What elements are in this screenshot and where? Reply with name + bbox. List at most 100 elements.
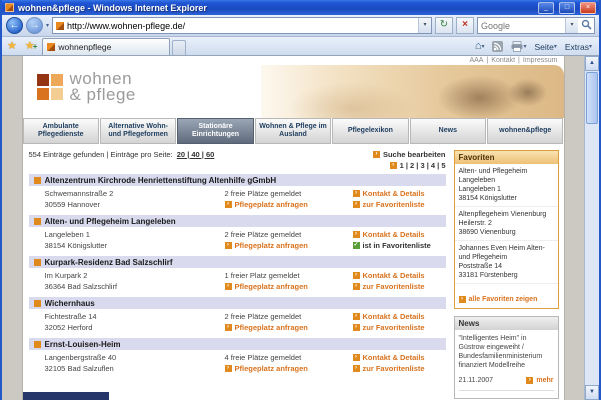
results-summary: 554 Einträge gefunden | Einträge pro Sei… — [29, 150, 215, 159]
pagination[interactable]: › 1 | 2 | 3 | 4 | 5 — [389, 161, 446, 170]
browser-window: wohnen&pflege - Windows Internet Explore… — [0, 0, 601, 400]
history-dropdown-icon[interactable]: ▾ — [46, 22, 49, 29]
forward-button[interactable]: → — [26, 17, 43, 34]
request-place-link[interactable]: › Pflegeplatz anfragen — [224, 200, 308, 209]
add-to-favorites-link[interactable]: › zur Favoritenliste — [352, 282, 425, 291]
contact-details-link[interactable]: › Kontakt & Details — [352, 271, 425, 280]
impressum-link[interactable]: Impressum — [523, 57, 558, 64]
contact-details-link[interactable]: › Kontakt & Details — [352, 230, 425, 239]
browser-tab[interactable]: wohnenpflege — [42, 38, 171, 55]
address-input[interactable] — [64, 18, 418, 33]
nav-tab-wohnenpflege[interactable]: wohnen&pflege — [487, 118, 564, 144]
add-to-favorites-link[interactable]: › zur Favoritenliste — [352, 364, 425, 373]
contact-icon: › — [352, 354, 360, 361]
page-background: AAA | Kontakt | Impressum wohnen & pfleg… — [2, 56, 584, 400]
availability-text: 1 freier Platz gemeldet — [224, 271, 300, 280]
add-favorite-button[interactable]: ★ + — [22, 38, 41, 55]
page-footer-partial — [22, 392, 109, 400]
results-count: 554 Einträge gefunden — [28, 150, 105, 159]
facility-street: Langeleben 1 — [44, 230, 90, 239]
news-box: News "Intelligentes Heim" in Güstrow ein… — [453, 316, 559, 399]
edit-search-link[interactable]: › Suche bearbeiten — [372, 150, 446, 159]
facility-street: Langenbergstraße 40 — [44, 353, 117, 362]
refresh-button[interactable]: ↻ — [435, 17, 453, 34]
show-all-favorites-link[interactable]: › alle Favoriten zeigen — [458, 296, 537, 303]
favorites-center-button[interactable]: ★ — [4, 38, 20, 55]
search-input[interactable] — [478, 20, 565, 31]
facility-city: 30559 Hannover — [44, 200, 100, 209]
nav-tab-pflegelexikon[interactable]: Pflegelexikon — [332, 118, 409, 144]
availability-text: 2 freie Plätze gemeldet — [224, 312, 302, 321]
minimize-button[interactable]: _ — [538, 1, 554, 14]
contact-details-link[interactable]: › Kontakt & Details — [352, 189, 425, 198]
facility-entry: Alten- und Pflegeheim Langeleben Langele… — [28, 215, 446, 251]
favorite-item[interactable]: Johannes Even Heim Alten- und Pflegeheim… — [454, 241, 558, 284]
entry-bullet-icon — [33, 299, 41, 307]
nav-tab-alternative[interactable]: Alternative Wohn- und Pflegeformen — [99, 118, 177, 144]
nav-tab-ambulante[interactable]: Ambulante Pflegedienste — [22, 118, 99, 144]
site-navigation: Ambulante Pflegedienste Alternative Wohn… — [22, 118, 564, 144]
entry-bullet-icon — [33, 176, 41, 184]
add-favorite-plus-icon: + — [32, 42, 38, 51]
facility-entry: Ernst-Louisen-Heim Langenbergstraße 40 3… — [28, 338, 446, 374]
nav-tab-stationaere[interactable]: Stationäre Einrichtungen — [177, 118, 254, 144]
print-button[interactable]: ▾ — [508, 38, 529, 55]
favorite-item[interactable]: Altenpflegeheim Vienenburg Heilerstr. 2 … — [454, 207, 558, 241]
home-button[interactable]: ⌂ ▾ — [472, 38, 488, 55]
scroll-down-icon[interactable]: ▼ — [585, 385, 599, 400]
close-button[interactable]: × — [580, 1, 596, 14]
nav-tab-news[interactable]: News — [409, 118, 487, 144]
news-more-link[interactable]: › mehr — [526, 376, 554, 385]
favorite-icon: › — [352, 201, 360, 208]
per-page-links[interactable]: 20 | 40 | 60 — [177, 150, 215, 159]
news-headline[interactable]: "Intelligentes Heim" in Güstrow eingewei… — [459, 334, 554, 370]
back-button[interactable]: ← — [6, 17, 23, 34]
search-icon[interactable] — [578, 17, 594, 35]
scrollbar-track[interactable] — [585, 125, 599, 385]
favorites-star-icon: ★ — [7, 40, 17, 52]
nav-tab-ausland[interactable]: Wohnen & Pflege im Ausland — [254, 118, 332, 144]
per-page-label: Einträge pro Seite: — [110, 150, 173, 159]
facility-street: Schwemannstraße 2 — [44, 189, 114, 198]
window-titlebar[interactable]: wohnen&pflege - Windows Internet Explore… — [2, 0, 599, 15]
facility-name: Wichernhaus — [44, 298, 95, 308]
search-provider-dropdown-icon[interactable]: ▾ — [565, 18, 578, 33]
contact-details-link[interactable]: › Kontakt & Details — [352, 312, 425, 321]
facility-name: Altenzentrum Kirchrode Henriettenstiftun… — [44, 175, 277, 185]
favorite-item[interactable]: Alten- und Pflegeheim Langeleben Langele… — [454, 164, 558, 207]
request-place-link[interactable]: › Pflegeplatz anfragen — [224, 282, 308, 291]
feeds-button[interactable] — [489, 38, 506, 55]
font-size-switcher[interactable]: AAA — [469, 57, 483, 64]
news-box-title: News — [454, 317, 558, 330]
entry-bullet-icon — [33, 258, 41, 266]
request-place-link[interactable]: › Pflegeplatz anfragen — [224, 364, 308, 373]
site-content: 554 Einträge gefunden | Einträge pro Sei… — [23, 144, 564, 399]
logo-squares-icon — [36, 74, 63, 100]
scroll-up-icon[interactable]: ▲ — [585, 56, 599, 71]
add-to-favorites-link[interactable]: › zur Favoritenliste — [352, 200, 425, 209]
scrollbar-thumb[interactable] — [586, 72, 598, 124]
favorites-box: Favoriten Alten- und Pflegeheim Langeleb… — [453, 150, 559, 309]
request-place-link[interactable]: › Pflegeplatz anfragen — [224, 241, 308, 250]
facility-entry: Altenzentrum Kirchrode Henriettenstiftun… — [28, 174, 446, 210]
site-logo[interactable]: wohnen & pflege — [36, 69, 136, 104]
kontakt-link[interactable]: Kontakt — [491, 57, 515, 64]
contact-details-link[interactable]: › Kontakt & Details — [352, 353, 425, 362]
new-tab-stub[interactable] — [172, 40, 187, 55]
facility-street: Fichtestraße 14 — [44, 312, 97, 321]
header-meta-links: AAA | Kontakt | Impressum — [469, 57, 557, 64]
search-box: ▾ — [477, 17, 595, 34]
add-to-favorites-link[interactable]: › zur Favoritenliste — [352, 323, 425, 332]
logo-text: wohnen & pflege — [69, 69, 136, 104]
separator: | — [518, 57, 520, 64]
request-place-link[interactable]: › Pflegeplatz anfragen — [224, 323, 308, 332]
vertical-scrollbar[interactable]: ▲ ▼ — [584, 56, 599, 400]
stop-button[interactable]: × — [456, 17, 474, 34]
address-dropdown-icon[interactable]: ▾ — [418, 18, 431, 33]
window-title: wohnen&pflege - Windows Internet Explore… — [18, 2, 207, 13]
page-menu-label: Seite — [534, 41, 554, 52]
maximize-button[interactable]: □ — [559, 1, 575, 14]
facility-street: Im Kurpark 2 — [44, 271, 88, 280]
tools-menu-button[interactable]: Extras ▾ — [562, 38, 595, 55]
page-menu-button[interactable]: Seite ▾ — [532, 38, 560, 55]
